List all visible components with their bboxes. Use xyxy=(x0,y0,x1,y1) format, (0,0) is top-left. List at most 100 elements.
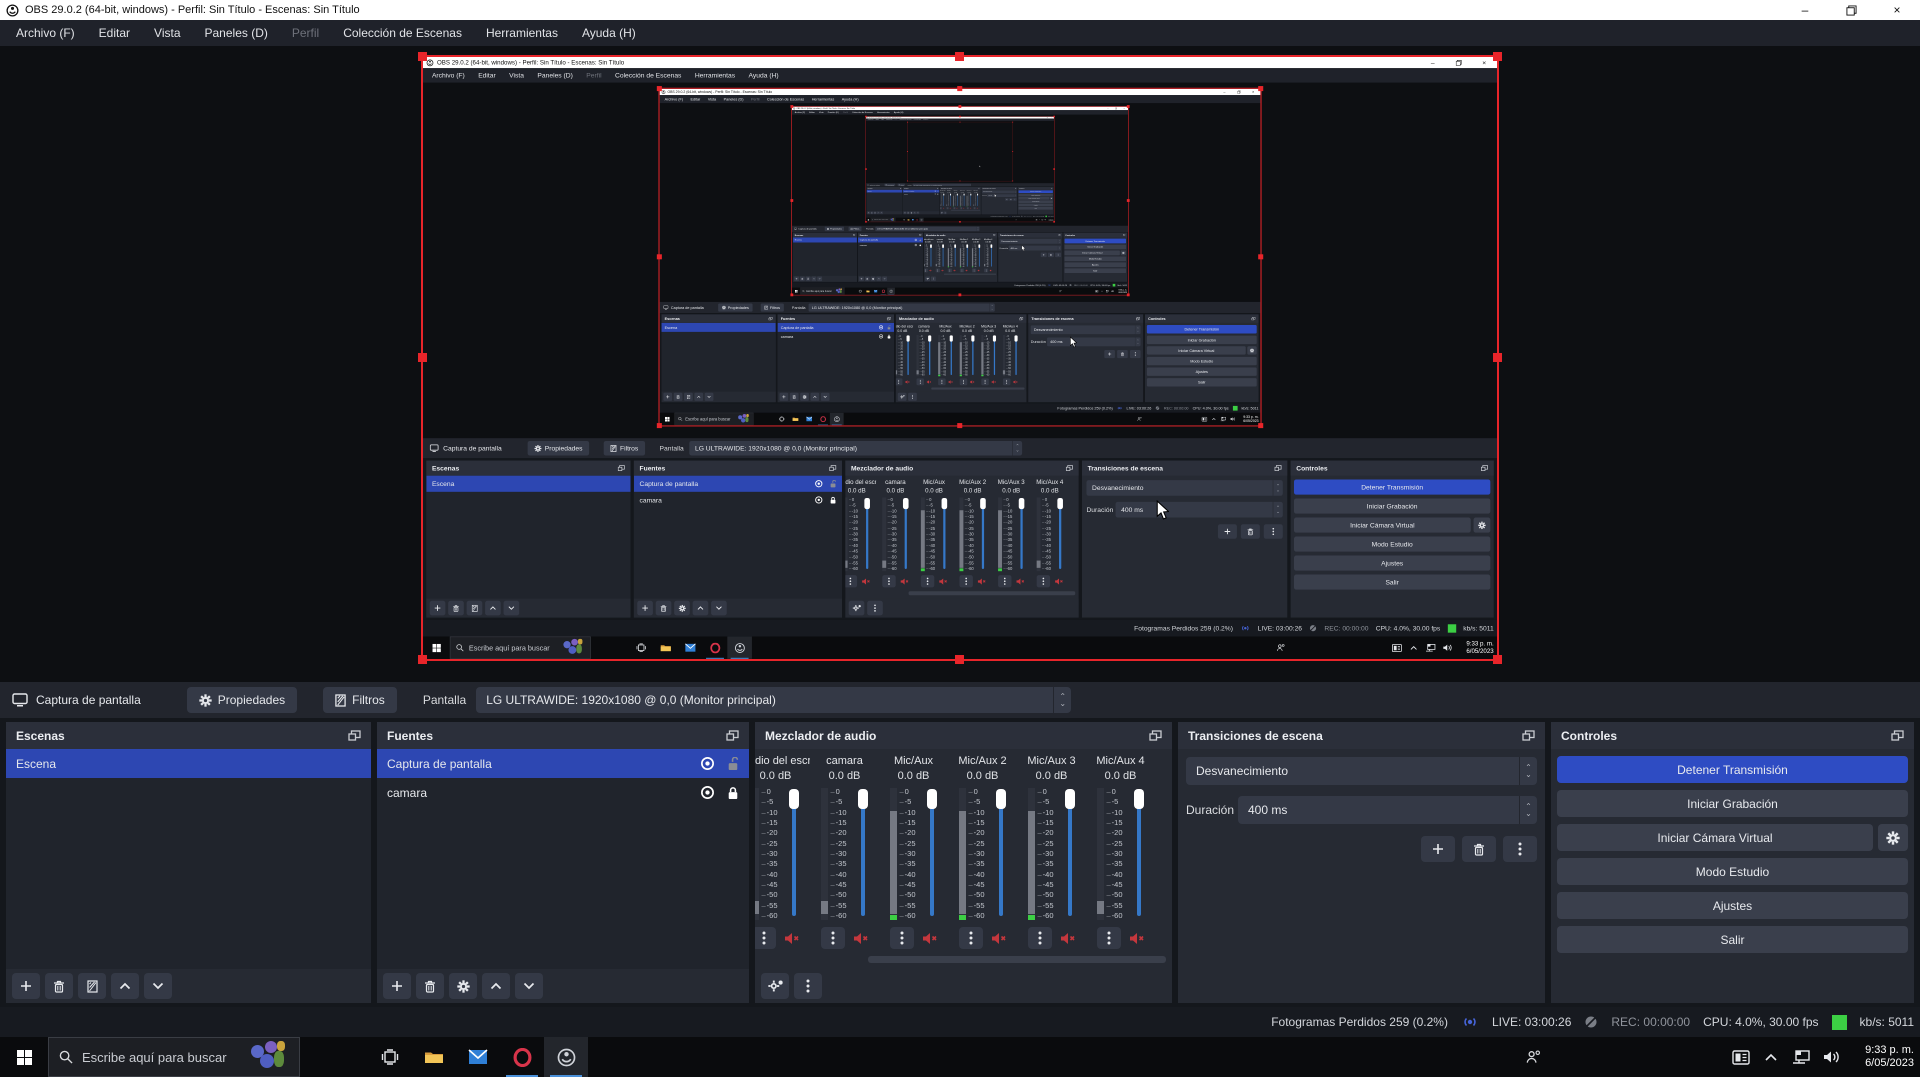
resize-handle-bottom-center[interactable] xyxy=(955,655,964,664)
control-button[interactable]: Iniciar Cámara Virtual xyxy=(1557,824,1873,851)
source-row[interactable]: Captura de pantalla xyxy=(377,749,749,778)
dropdown-spinner-icon[interactable]: ⌃⌄ xyxy=(1053,687,1071,713)
screen-capture-source[interactable]: OBS 29.0.2 (64-bit, windows) - Perfil: S… xyxy=(421,55,1499,661)
resize-handle-top-left[interactable] xyxy=(418,52,427,61)
scene-row[interactable]: Escena xyxy=(6,749,371,778)
news-widget-button[interactable] xyxy=(1726,1037,1756,1077)
lock-closed-icon[interactable] xyxy=(727,786,739,800)
dock-popout-icon[interactable] xyxy=(1522,730,1535,741)
resize-handle-mid-left[interactable] xyxy=(418,353,427,362)
control-button[interactable]: Salir xyxy=(1557,926,1908,953)
control-button[interactable]: Modo Estudio xyxy=(1557,858,1908,885)
menu-item[interactable]: Paneles (D) xyxy=(193,20,280,46)
mute-icon[interactable] xyxy=(784,932,800,945)
opera-browser-button[interactable] xyxy=(500,1037,544,1077)
move-source-up-button[interactable] xyxy=(482,973,510,999)
start-button[interactable] xyxy=(0,1037,48,1077)
resize-handle-bottom-left[interactable] xyxy=(418,655,427,664)
people-button[interactable] xyxy=(1510,1037,1556,1077)
move-scene-up-button[interactable] xyxy=(111,973,139,999)
screen-select-dropdown[interactable]: LG ULTRAWIDE: 1920x1080 @ 0,0 (Monitor p… xyxy=(476,687,1071,713)
remove-source-button[interactable] xyxy=(416,973,444,999)
control-button[interactable]: Detener Transmisión xyxy=(1557,756,1908,783)
mute-icon[interactable] xyxy=(853,932,869,945)
menu-item[interactable]: Vista xyxy=(142,20,192,46)
resize-handle-top-center[interactable] xyxy=(955,52,964,61)
spinbox-arrows-icon[interactable]: ⌃⌄ xyxy=(1519,796,1537,824)
move-source-down-button[interactable] xyxy=(515,973,543,999)
dock-popout-icon[interactable] xyxy=(348,730,361,741)
dropdown-spinner-icon[interactable]: ⌃⌄ xyxy=(1519,757,1537,785)
menu-item[interactable]: Colección de Escenas xyxy=(331,20,474,46)
volume-slider-thumb[interactable] xyxy=(927,789,937,809)
channel-menu-button[interactable] xyxy=(1097,927,1121,949)
add-transition-button[interactable] xyxy=(1421,836,1455,862)
menu-item[interactable]: Ayuda (H) xyxy=(570,20,648,46)
volume-slider[interactable] xyxy=(857,788,869,920)
mute-icon[interactable] xyxy=(922,932,938,945)
resize-handle-bottom-right[interactable] xyxy=(1493,655,1502,664)
network-icon[interactable] xyxy=(1786,1037,1816,1077)
volume-slider-thumb[interactable] xyxy=(1134,789,1144,809)
task-view-button[interactable] xyxy=(368,1037,412,1077)
add-source-button[interactable] xyxy=(383,973,411,999)
dock-popout-icon[interactable] xyxy=(1149,730,1162,741)
resize-handle-mid-right[interactable] xyxy=(1493,353,1502,362)
resize-handle-top-right[interactable] xyxy=(1493,52,1502,61)
visibility-icon[interactable] xyxy=(700,756,715,771)
channel-menu-button[interactable] xyxy=(755,927,776,949)
volume-slider-thumb[interactable] xyxy=(996,789,1006,809)
volume-slider[interactable] xyxy=(1133,788,1145,920)
minimize-button[interactable]: – xyxy=(1782,0,1828,20)
tray-expand-button[interactable] xyxy=(1756,1037,1786,1077)
mute-icon[interactable] xyxy=(1060,932,1076,945)
channel-menu-button[interactable] xyxy=(1028,927,1052,949)
menu-item[interactable]: Editar xyxy=(87,20,142,46)
control-button[interactable]: Ajustes xyxy=(1557,892,1908,919)
channel-menu-button[interactable] xyxy=(959,927,983,949)
volume-slider[interactable] xyxy=(1064,788,1076,920)
transition-dropdown[interactable]: Desvanecimiento ⌃⌄ xyxy=(1186,757,1537,785)
move-scene-down-button[interactable] xyxy=(144,973,172,999)
filters-button[interactable]: Filtros xyxy=(323,687,397,713)
close-button[interactable]: × xyxy=(1874,0,1920,20)
taskbar-clock[interactable]: 9:33 p. m. 6/05/2023 xyxy=(1846,1044,1920,1070)
mixer-horizontal-scrollbar[interactable] xyxy=(868,956,1166,963)
add-scene-button[interactable] xyxy=(12,973,40,999)
file-explorer-button[interactable] xyxy=(412,1037,456,1077)
dock-popout-icon[interactable] xyxy=(726,730,739,741)
volume-icon[interactable] xyxy=(1816,1037,1846,1077)
search-highlight-image[interactable] xyxy=(247,1039,289,1075)
lock-open-icon[interactable] xyxy=(727,757,739,771)
mixer-menu-button[interactable] xyxy=(794,973,822,999)
menu-item[interactable]: Archivo (F) xyxy=(4,20,87,46)
transition-menu-button[interactable] xyxy=(1503,836,1537,862)
restore-button[interactable] xyxy=(1828,0,1874,20)
channel-menu-button[interactable] xyxy=(890,927,914,949)
advanced-audio-button[interactable] xyxy=(761,973,789,999)
volume-slider[interactable] xyxy=(926,788,938,920)
taskbar-search-box[interactable]: Escribe aquí para buscar xyxy=(48,1037,300,1077)
remove-transition-button[interactable] xyxy=(1462,836,1496,862)
menu-item[interactable]: Herramientas xyxy=(474,20,570,46)
volume-slider-thumb[interactable] xyxy=(789,789,799,809)
mute-icon[interactable] xyxy=(1129,932,1145,945)
volume-slider[interactable] xyxy=(995,788,1007,920)
scene-filters-button[interactable] xyxy=(78,973,106,999)
control-button[interactable]: Iniciar Grabación xyxy=(1557,790,1908,817)
dock-popout-icon[interactable] xyxy=(1891,730,1904,741)
mute-icon[interactable] xyxy=(991,932,1007,945)
mail-button[interactable] xyxy=(456,1037,500,1077)
properties-button[interactable]: Propiedades xyxy=(187,687,297,713)
volume-slider-thumb[interactable] xyxy=(1065,789,1075,809)
remove-scene-button[interactable] xyxy=(45,973,73,999)
visibility-icon[interactable] xyxy=(700,785,715,800)
duration-spinbox[interactable]: 400 ms ⌃⌄ xyxy=(1238,796,1537,824)
menu-item[interactable]: Perfil xyxy=(280,20,331,46)
virtual-camera-settings-button[interactable] xyxy=(1878,824,1908,851)
channel-menu-button[interactable] xyxy=(821,927,845,949)
source-properties-button[interactable] xyxy=(449,973,477,999)
source-row[interactable]: camara xyxy=(377,778,749,807)
obs-taskbar-button[interactable] xyxy=(544,1037,588,1077)
volume-slider[interactable] xyxy=(788,788,800,920)
